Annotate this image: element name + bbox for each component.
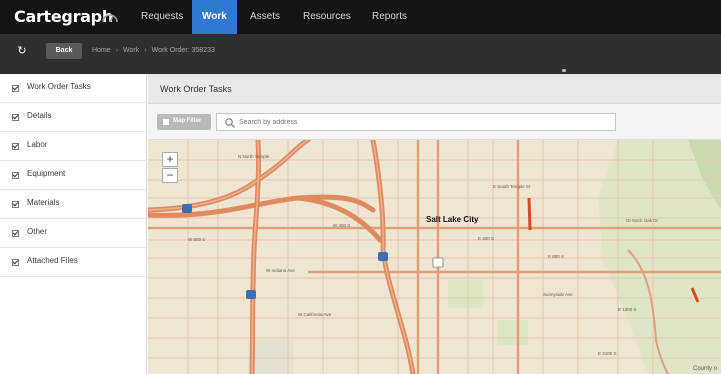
sidebar-item-label: Labor [27, 140, 48, 149]
checkbox-checked-icon[interactable] [12, 259, 19, 266]
breadcrumb-separator: › [144, 47, 147, 54]
refresh-icon[interactable]: ↻ [14, 43, 30, 59]
road-label: W 400 S [333, 223, 350, 228]
checkbox-checked-icon[interactable] [12, 114, 19, 121]
breadcrumb: Home › Work › Work Order: 358233 [92, 43, 215, 59]
checkbox-checked-icon[interactable] [12, 85, 19, 92]
nav-resources[interactable]: Resources [293, 0, 361, 34]
nav-reports[interactable]: Reports [362, 0, 417, 34]
road-label: E 400 S [478, 236, 494, 241]
breadcrumb-work[interactable]: Work [123, 43, 139, 59]
search-icon [225, 118, 235, 128]
zoom-in-button[interactable]: + [162, 152, 178, 167]
sidebar-item-labor[interactable]: Labor [0, 132, 146, 161]
sidebar-item-label: Equipment [27, 169, 66, 178]
road-label: W California Ave [298, 312, 332, 317]
road-label: W Indiana Ave [266, 268, 295, 273]
sidebar-item-attached-files[interactable]: Attached Files [0, 248, 146, 277]
sidebar-item-label: Other [27, 227, 48, 236]
breadcrumb-current: Work Order: 358233 [151, 47, 215, 54]
sidebar: Work Order Tasks Details Labor Equipment… [0, 74, 147, 374]
sidebar-item-label: Work Order Tasks [27, 82, 91, 91]
road-label: E South Temple St [493, 184, 531, 189]
app-logo[interactable]: Cartegraph [14, 7, 113, 26]
road-label: N North Temple [238, 154, 270, 159]
sidebar-item-other[interactable]: Other [0, 219, 146, 248]
top-nav-bar: Cartegraph Requests Work Assets Resource… [0, 0, 721, 34]
sidebar-item-work-order-tasks[interactable]: Work Order Tasks [0, 74, 146, 103]
map-view[interactable]: N North Temple W 400 S W 800 S W Indiana… [148, 140, 721, 374]
search-input[interactable] [239, 116, 609, 129]
breadcrumb-bar: ↻ Back Home › Work › Work Order: 358233 [0, 34, 721, 74]
road-label: E 800 S [548, 254, 564, 259]
zoom-out-button[interactable]: − [162, 168, 178, 183]
map-attribution: County o [692, 366, 717, 372]
road-label: Gr Neck Oak Dr [626, 218, 659, 223]
map-toolbar: Map Filter [148, 104, 721, 140]
road-label: Sunnyside Ave [543, 292, 573, 297]
back-button[interactable]: Back [46, 43, 82, 59]
sidebar-item-equipment[interactable]: Equipment [0, 161, 146, 190]
checkbox-checked-icon[interactable] [12, 143, 19, 150]
road-label: W 800 S [188, 237, 205, 242]
page-title: Work Order Tasks [160, 84, 232, 94]
breadcrumb-separator: › [115, 47, 119, 54]
dashboard-gauge-icon[interactable] [100, 10, 120, 24]
city-label: Salt Lake City [426, 215, 479, 224]
sidebar-item-materials[interactable]: Materials [0, 190, 146, 219]
road-label: E 2100 S [598, 351, 617, 356]
checkbox-checked-icon[interactable] [12, 172, 19, 179]
address-search-box[interactable] [216, 113, 616, 131]
sidebar-item-details[interactable]: Details [0, 103, 146, 132]
map-filter-button[interactable]: Map Filter [157, 114, 211, 130]
map-canvas: N North Temple W 400 S W 800 S W Indiana… [148, 140, 721, 374]
map-filter-label: Map Filter [173, 118, 202, 124]
breadcrumb-home[interactable]: Home [92, 43, 111, 59]
sidebar-item-label: Details [27, 111, 52, 120]
nav-requests[interactable]: Requests [131, 0, 193, 34]
nav-work[interactable]: Work [192, 0, 237, 34]
road-label: E 1300 S [618, 307, 637, 312]
sidebar-item-label: Materials [27, 198, 60, 207]
panel-header: Work Order Tasks [148, 74, 721, 104]
sidebar-item-label: Attached Files [27, 256, 78, 265]
checkbox-checked-icon[interactable] [12, 230, 19, 237]
nav-assets[interactable]: Assets [240, 0, 290, 34]
checkbox-icon [163, 119, 169, 125]
chevron-down-icon [562, 69, 566, 72]
checkbox-checked-icon[interactable] [12, 201, 19, 208]
